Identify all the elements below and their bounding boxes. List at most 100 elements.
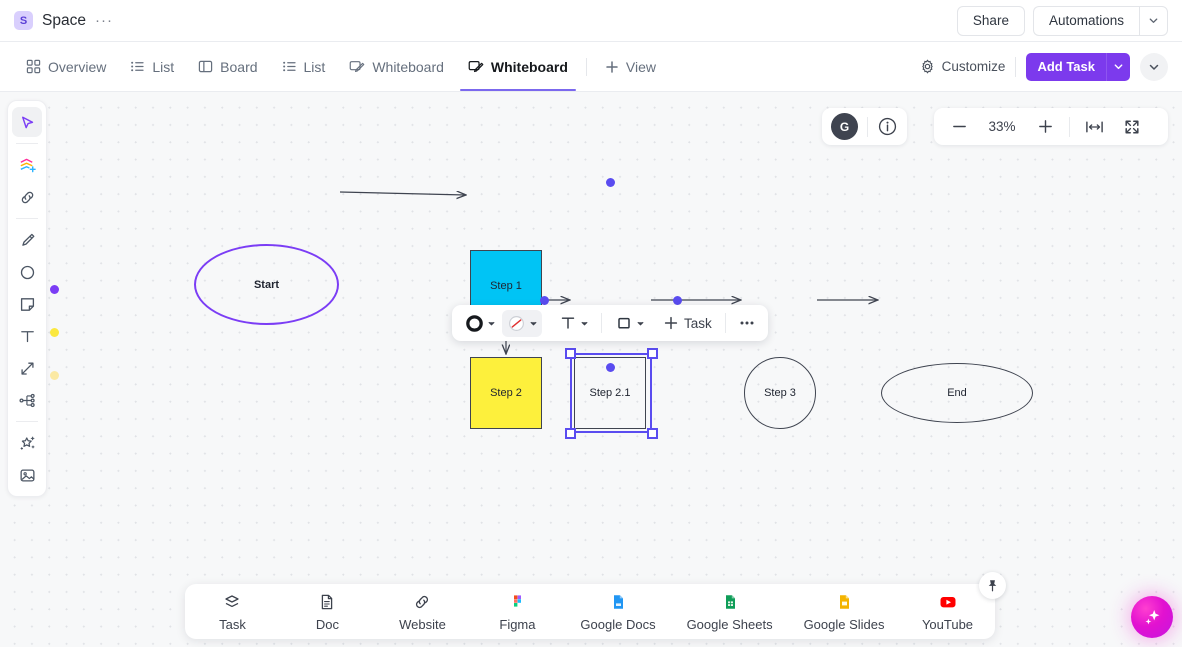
tab-divider xyxy=(585,57,587,76)
tool-marker-pen[interactable] xyxy=(12,225,42,255)
tool-magic-wand[interactable] xyxy=(12,428,42,458)
customize-button[interactable]: Customize xyxy=(920,59,1006,74)
tab-list-2[interactable]: List xyxy=(270,42,338,91)
view-tab-bar: Overview List Board List Whiteboard Whit… xyxy=(0,42,1182,92)
add-task-dropdown-button[interactable] xyxy=(1106,52,1130,81)
figma-icon xyxy=(514,594,522,607)
rail-divider xyxy=(16,421,38,422)
shape-style-button[interactable] xyxy=(610,310,649,336)
chevron-down-icon xyxy=(1149,64,1159,70)
pod-divider xyxy=(867,116,868,137)
info-icon xyxy=(878,117,897,136)
toolbar-divider xyxy=(601,313,602,333)
connection-point-left[interactable] xyxy=(540,296,549,305)
automations-button[interactable]: Automations xyxy=(1032,5,1139,36)
selection-handle-top-right[interactable] xyxy=(647,348,658,359)
dock-item-doc-label: Doc xyxy=(315,616,340,632)
zoom-in-button[interactable] xyxy=(1032,114,1058,140)
shape-start[interactable]: Start xyxy=(194,244,339,325)
tab-list-1[interactable]: List xyxy=(118,42,186,91)
tool-circle-shape[interactable] xyxy=(12,257,42,287)
shape-end-label: End xyxy=(947,387,967,399)
tab-whiteboard-2[interactable]: Whiteboard xyxy=(456,42,580,91)
add-view-button[interactable]: View xyxy=(593,42,668,91)
pin-dock-button[interactable] xyxy=(979,572,1006,599)
tool-sticky-note[interactable] xyxy=(12,289,42,319)
shape-step1-label: Step 1 xyxy=(490,280,522,292)
border-style-button[interactable] xyxy=(502,309,542,337)
add-task-button[interactable]: Add Task xyxy=(1026,52,1106,81)
tool-select-cursor[interactable] xyxy=(12,107,42,137)
connection-point-bottom[interactable] xyxy=(606,363,615,372)
rail-divider xyxy=(16,218,38,219)
text-style-button[interactable] xyxy=(554,310,593,336)
swatch-purple[interactable] xyxy=(50,285,59,294)
customize-label: Customize xyxy=(941,59,1006,74)
dock-item-website[interactable]: Website xyxy=(390,592,454,632)
tool-text[interactable] xyxy=(12,321,42,351)
dock-item-youtube-label: YouTube xyxy=(921,616,974,632)
dock-item-google-slides-label: Google Slides xyxy=(803,616,885,632)
space-more-icon[interactable]: ··· xyxy=(95,12,113,29)
dock-item-doc[interactable]: Doc xyxy=(295,592,359,632)
tool-connector-arrow[interactable] xyxy=(12,353,42,383)
google-sheets-icon xyxy=(725,594,735,609)
shape-step3[interactable]: Step 3 xyxy=(744,357,816,429)
tool-image[interactable] xyxy=(12,460,42,490)
tool-shapes-stack-add[interactable] xyxy=(12,150,42,180)
shape-end[interactable]: End xyxy=(881,363,1033,423)
tool-mindmap[interactable] xyxy=(12,385,42,415)
dock-item-figma-label: Figma xyxy=(499,616,536,632)
marker-pen-icon xyxy=(21,233,34,246)
tab-overview[interactable]: Overview xyxy=(14,42,118,91)
list-icon xyxy=(282,61,296,72)
ai-assistant-button[interactable] xyxy=(1131,596,1173,638)
dock-item-task[interactable]: Task xyxy=(200,592,264,632)
swatch-yellow[interactable] xyxy=(50,328,59,337)
dock-item-google-docs[interactable]: Google Docs xyxy=(580,592,656,632)
swatch-light-yellow[interactable] xyxy=(50,371,59,380)
task-stack-icon xyxy=(225,594,240,607)
expand-icon xyxy=(1125,119,1139,134)
connection-point-right[interactable] xyxy=(673,296,682,305)
dock-item-google-sheets[interactable]: Google Sheets xyxy=(687,592,773,632)
board-icon xyxy=(198,60,213,73)
google-slides-icon xyxy=(840,594,850,609)
ai-sparkle-icon xyxy=(1145,610,1160,625)
plus-icon xyxy=(1038,120,1052,133)
shape-start-label: Start xyxy=(253,278,280,291)
list-icon xyxy=(131,61,144,72)
selection-handle-top-left[interactable] xyxy=(565,348,576,359)
fullscreen-button[interactable] xyxy=(1119,114,1145,140)
shape-overflow-button[interactable] xyxy=(734,311,760,335)
zoom-level-label[interactable]: 33% xyxy=(976,119,1028,134)
fill-color-button[interactable] xyxy=(460,310,500,337)
dock-item-task-label: Task xyxy=(219,616,246,632)
shape-step2[interactable]: Step 2 xyxy=(470,357,542,429)
share-button[interactable]: Share xyxy=(956,5,1025,36)
view-bar-overflow-button[interactable] xyxy=(1140,52,1168,81)
gear-icon xyxy=(921,59,933,74)
dock-item-youtube[interactable]: YouTube xyxy=(916,592,980,632)
tool-link[interactable] xyxy=(12,182,42,212)
zoom-out-button[interactable] xyxy=(946,114,972,140)
whiteboard-canvas[interactable]: G 33% Start Step 1 Step 2 Step 2.1 Step … xyxy=(0,92,1182,647)
avatar[interactable]: G xyxy=(831,113,858,140)
chevron-down-icon xyxy=(1149,18,1158,23)
convert-to-task-button[interactable]: Task xyxy=(658,312,717,334)
connection-point-top[interactable] xyxy=(606,178,615,187)
add-view-label: View xyxy=(625,58,656,75)
automations-dropdown-button[interactable] xyxy=(1139,5,1168,36)
selection-handle-bottom-left[interactable] xyxy=(565,428,576,439)
dock-item-google-slides[interactable]: Google Slides xyxy=(804,592,885,632)
fit-width-button[interactable] xyxy=(1081,114,1107,140)
dock-item-figma[interactable]: Figma xyxy=(485,592,549,632)
space-avatar: S xyxy=(14,11,33,30)
pin-icon xyxy=(988,580,997,592)
google-docs-icon xyxy=(614,594,623,609)
tab-board[interactable]: Board xyxy=(186,42,269,91)
tab-whiteboard-1[interactable]: Whiteboard xyxy=(337,42,456,91)
info-button[interactable] xyxy=(877,116,898,137)
selection-handle-bottom-right[interactable] xyxy=(647,428,658,439)
select-cursor-icon xyxy=(21,116,33,128)
